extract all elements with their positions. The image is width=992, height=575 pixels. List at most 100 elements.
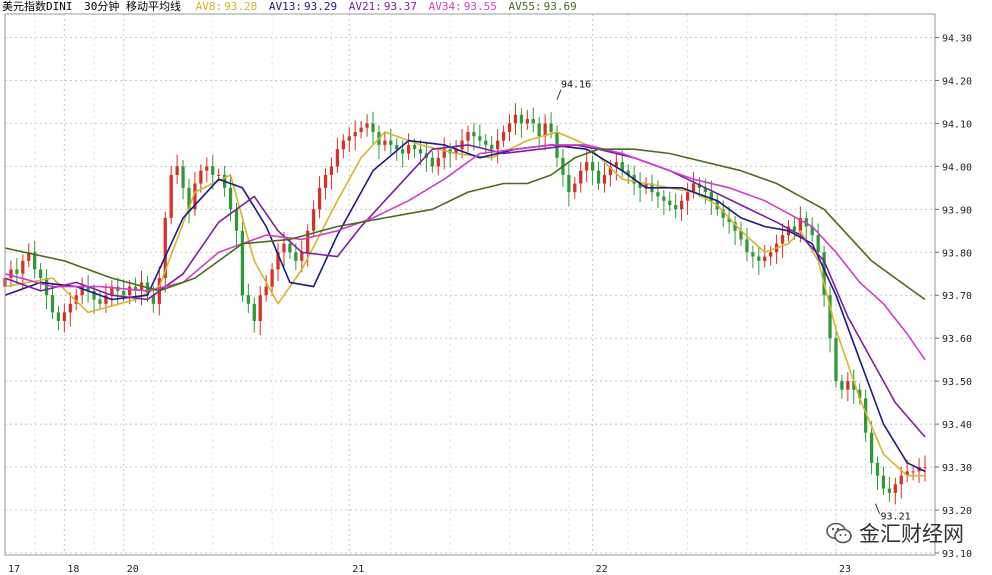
candle-body (745, 239, 749, 253)
chart-annotations: 94.1693.21 (556, 80, 911, 523)
candle-body (466, 131, 470, 141)
candle-body (602, 174, 607, 184)
candle-body (923, 467, 927, 469)
ma-av8-label: AV8: (195, 0, 223, 13)
candle-body (383, 140, 387, 145)
period-label: 30分钟 移动平均线 (84, 0, 181, 13)
candle-body (371, 123, 375, 132)
candle-body (264, 286, 268, 296)
candle-body (205, 166, 209, 171)
candle-body (846, 381, 850, 390)
candle-body (199, 170, 203, 184)
candle-body (347, 136, 351, 141)
candle-body (590, 162, 595, 171)
candle-body (893, 484, 897, 493)
candle-body (211, 166, 215, 175)
y-tick-label: 93.10 (942, 549, 972, 560)
candle-body (300, 252, 304, 261)
candle-body (44, 278, 49, 296)
candle-body (406, 144, 411, 154)
y-tick-label: 94.10 (942, 119, 972, 130)
candle-body (341, 140, 345, 150)
candle-body (911, 471, 915, 473)
candle-body (573, 183, 577, 193)
candle-body (246, 295, 250, 304)
candle-body (169, 174, 173, 218)
candle-body (98, 299, 102, 304)
candle-body (252, 303, 256, 322)
y-tick-label: 93.20 (942, 506, 972, 517)
chart-grid (4, 14, 935, 554)
candle-body (389, 140, 393, 145)
y-tick-label: 93.70 (942, 291, 972, 302)
candle-body (478, 136, 482, 141)
candle-body (513, 114, 518, 124)
candle-body (685, 192, 690, 201)
candle-body (401, 149, 405, 154)
ma-line-av55 (4, 148, 926, 301)
candle-body (519, 114, 524, 124)
y-tick-label: 94.00 (942, 162, 972, 173)
candle-body (270, 269, 274, 287)
watermark: 金汇财经网 (825, 518, 964, 548)
candle-body (323, 174, 328, 188)
candle-body (567, 174, 571, 193)
ma-av34-value: 93.55 (463, 0, 497, 13)
y-tick-label: 94.30 (942, 33, 972, 44)
ma-av13-label: AV13: (268, 0, 302, 13)
candle-body (395, 144, 399, 150)
candle-body (484, 140, 488, 145)
candle-body (228, 187, 233, 210)
candle-body (531, 119, 535, 124)
candle-body (496, 140, 500, 150)
candle-body (38, 269, 43, 279)
candle-body (282, 243, 286, 253)
candle-body (549, 123, 553, 132)
candle-body (258, 295, 262, 322)
x-tick-label: 23 (839, 564, 851, 575)
chart-header: 美元指数DINI 30分钟 移动平均线 AV8: 93.28 AV13: 93.29… (2, 0, 582, 16)
y-tick-label: 93.40 (942, 420, 972, 431)
candle-body (780, 235, 785, 244)
y-tick-label: 94.20 (942, 76, 972, 87)
y-tick-label: 93.50 (942, 377, 972, 388)
ma-av34-label: AV34: (428, 0, 462, 13)
candle-body (329, 166, 334, 175)
candle-body (668, 200, 672, 206)
candle-body (240, 230, 245, 296)
candle-body (359, 127, 363, 132)
candle-body (294, 252, 298, 261)
candle-body (769, 252, 773, 257)
candle-body (881, 475, 886, 489)
candle-body (662, 196, 666, 201)
candle-body (579, 170, 583, 184)
candle-body (21, 260, 25, 274)
ma-line-av13 (4, 139, 926, 473)
candle-body (62, 312, 66, 322)
candle-body (175, 166, 179, 175)
symbol-name: 美元指数DINI (2, 0, 73, 13)
candle-body (312, 209, 316, 231)
candle-body (128, 286, 132, 296)
candle-body (875, 462, 880, 476)
candle-body (596, 170, 601, 184)
candle-body (680, 200, 684, 210)
plot-border (4, 13, 936, 556)
x-tick-label: 20 (127, 564, 139, 575)
candle-body (9, 269, 13, 279)
candle-body (501, 131, 506, 141)
candle-body (537, 123, 541, 137)
candle-body (834, 338, 838, 382)
candle-body (899, 475, 903, 485)
candle-body (353, 131, 357, 137)
candle-body (365, 123, 369, 128)
candle-body (525, 119, 529, 124)
candle-body (585, 162, 589, 171)
candle-body (50, 295, 55, 313)
candle-body (335, 149, 340, 167)
candle-body (472, 131, 476, 137)
candle-body (418, 149, 423, 154)
ma-av8-value: 93.28 (224, 0, 258, 13)
candle-body (122, 290, 126, 296)
annotation-high: 94.16 (561, 80, 591, 91)
